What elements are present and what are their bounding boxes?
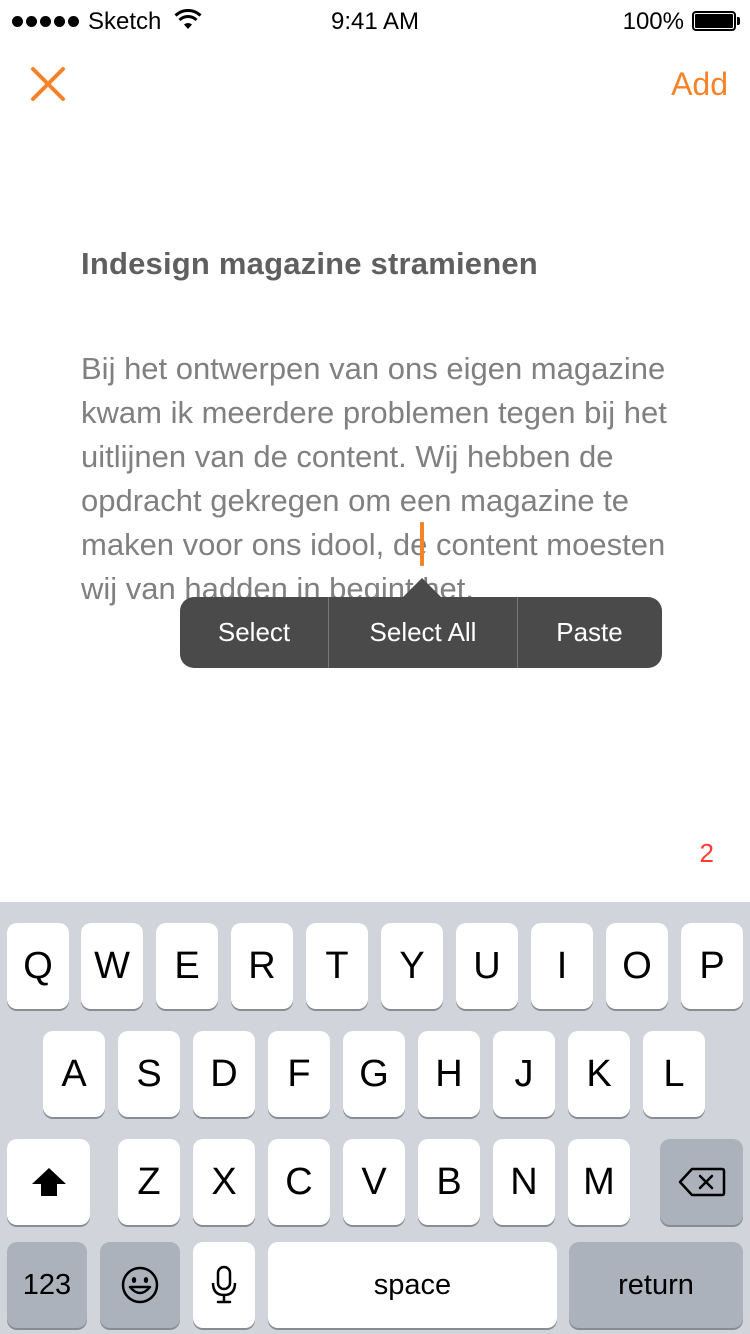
paste-button[interactable]: Paste	[518, 597, 661, 668]
microphone-key[interactable]	[193, 1242, 255, 1328]
key-h[interactable]: H	[418, 1031, 480, 1117]
key-w[interactable]: W	[81, 923, 143, 1009]
close-icon	[31, 67, 65, 101]
emoji-icon	[121, 1266, 159, 1304]
emoji-key[interactable]	[100, 1242, 180, 1328]
text-cursor	[420, 522, 424, 566]
character-counter: 2	[699, 838, 714, 868]
key-a[interactable]: A	[43, 1031, 105, 1117]
key-q[interactable]: Q	[7, 923, 69, 1009]
key-x[interactable]: X	[193, 1139, 255, 1225]
select-button[interactable]: Select	[180, 597, 328, 668]
select-all-button[interactable]: Select All	[329, 597, 517, 668]
shift-key[interactable]	[7, 1139, 90, 1225]
key-u[interactable]: U	[456, 923, 518, 1009]
key-r[interactable]: R	[231, 923, 293, 1009]
backspace-key[interactable]	[660, 1139, 743, 1225]
edit-menu: Select Select All Paste	[180, 597, 662, 668]
key-t[interactable]: T	[306, 923, 368, 1009]
key-p[interactable]: P	[681, 923, 743, 1009]
key-s[interactable]: S	[118, 1031, 180, 1117]
key-c[interactable]: C	[268, 1139, 330, 1225]
key-l[interactable]: L	[643, 1031, 705, 1117]
key-n[interactable]: N	[493, 1139, 555, 1225]
key-y[interactable]: Y	[381, 923, 443, 1009]
key-z[interactable]: Z	[118, 1139, 180, 1225]
battery-icon	[692, 11, 740, 31]
key-j[interactable]: J	[493, 1031, 555, 1117]
microphone-icon	[211, 1265, 237, 1304]
key-m[interactable]: M	[568, 1139, 630, 1225]
space-key[interactable]: space	[268, 1242, 557, 1328]
shift-icon	[31, 1168, 66, 1196]
note-title[interactable]: Indesign magazine stramienen	[81, 246, 538, 282]
key-o[interactable]: O	[606, 923, 668, 1009]
status-bar: Sketch 9:41 AM 100%	[0, 0, 750, 40]
battery-percentage: 100%	[622, 8, 684, 35]
note-body-text[interactable]: Bij het ontwerpen van ons eigen magazine…	[81, 347, 681, 611]
key-d[interactable]: D	[193, 1031, 255, 1117]
key-g[interactable]: G	[343, 1031, 405, 1117]
key-b[interactable]: B	[418, 1139, 480, 1225]
key-k[interactable]: K	[568, 1031, 630, 1117]
key-v[interactable]: V	[343, 1139, 405, 1225]
key-e[interactable]: E	[156, 923, 218, 1009]
add-button[interactable]: Add	[671, 66, 728, 103]
return-key[interactable]: return	[569, 1242, 743, 1328]
key-f[interactable]: F	[268, 1031, 330, 1117]
edit-menu-arrow	[402, 578, 442, 598]
numbers-key[interactable]: 123	[7, 1242, 87, 1328]
keyboard: Q W E R T Y U I O P A S D F G H J K L Z …	[0, 902, 750, 1334]
close-button[interactable]	[26, 62, 70, 106]
backspace-icon	[678, 1167, 725, 1197]
key-i[interactable]: I	[531, 923, 593, 1009]
